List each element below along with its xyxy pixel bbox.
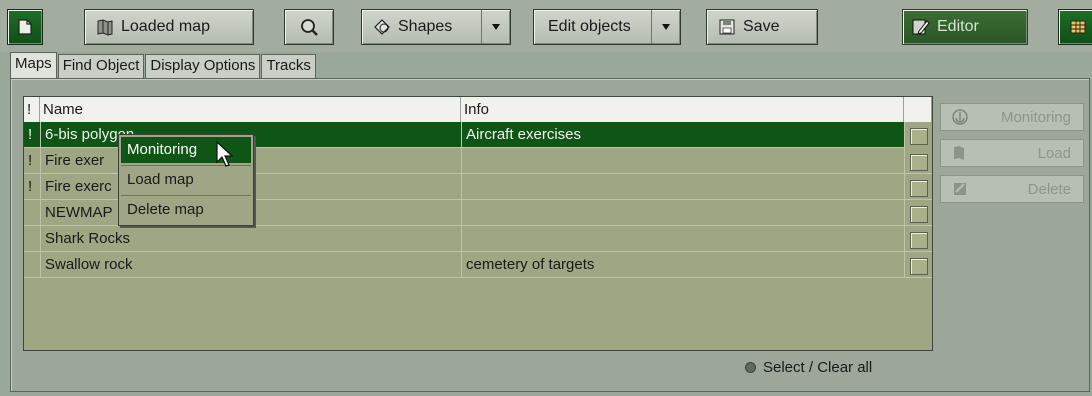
select-clear-all-label: Select / Clear all <box>763 359 873 376</box>
row-mark <box>24 252 40 278</box>
column-header-checkbox[interactable] <box>904 97 932 122</box>
editor-label: Editor <box>937 18 979 35</box>
grid-icon <box>1070 20 1086 34</box>
shapes-button[interactable]: Shapes <box>361 9 511 45</box>
shapes-label: Shapes <box>398 18 453 35</box>
delete-icon <box>954 183 966 195</box>
toolbar: Loaded map Shapes Edit objects Save Edit… <box>0 0 1092 52</box>
save-button[interactable]: Save <box>706 9 818 45</box>
anchor-icon <box>952 109 968 125</box>
zoom-icon <box>301 19 318 36</box>
edit-objects-label: Edit objects <box>548 18 631 35</box>
zoom-button[interactable] <box>284 9 334 45</box>
radio-dot-icon <box>745 362 756 373</box>
column-header-mark[interactable]: ! <box>24 97 40 122</box>
table-row[interactable]: Shark Rocks <box>24 226 932 252</box>
row-checkbox[interactable] <box>910 128 928 145</box>
row-checkbox[interactable] <box>910 206 928 223</box>
row-checkbox-cell <box>904 252 932 278</box>
column-header-name[interactable]: Name <box>40 97 461 122</box>
row-checkbox[interactable] <box>910 180 928 197</box>
monitoring-button[interactable]: Monitoring <box>940 103 1084 131</box>
row-info <box>461 200 904 226</box>
shapes-dropdown-toggle[interactable] <box>481 10 510 44</box>
loaded-map-button[interactable]: Loaded map <box>84 9 254 45</box>
column-header-info[interactable]: Info <box>461 97 904 122</box>
row-checkbox-cell <box>904 122 932 148</box>
load-label: Load <box>1037 144 1071 162</box>
menu-item-delete-map[interactable]: Delete map <box>121 197 251 223</box>
tab-maps[interactable]: Maps <box>10 52 57 78</box>
chevron-down-icon <box>492 24 500 30</box>
delete-button[interactable]: Delete <box>940 175 1084 203</box>
editor-button[interactable]: Editor <box>902 9 1028 45</box>
shapes-icon <box>374 19 390 35</box>
cursor-icon <box>216 141 234 167</box>
row-mark: ! <box>28 152 33 169</box>
row-name: Shark Rocks <box>40 226 461 252</box>
row-checkbox-cell <box>904 226 932 252</box>
save-icon <box>719 19 735 35</box>
new-map-button[interactable] <box>7 9 43 45</box>
loaded-map-label: Loaded map <box>121 18 210 35</box>
row-info <box>461 174 904 200</box>
row-checkbox[interactable] <box>910 232 928 249</box>
row-mark <box>24 200 40 226</box>
row-info: cemetery of targets <box>461 252 904 278</box>
table-view-button[interactable] <box>1058 9 1092 45</box>
row-checkbox[interactable] <box>910 258 928 275</box>
table-header: ! Name Info <box>24 97 932 123</box>
tab-tracks[interactable]: Tracks <box>261 54 316 78</box>
chevron-down-icon <box>662 24 670 30</box>
row-name: Swallow rock <box>40 252 461 278</box>
editor-icon <box>912 19 930 35</box>
load-icon <box>954 146 964 160</box>
monitoring-label: Monitoring <box>1000 108 1071 126</box>
row-mark: ! <box>28 178 33 195</box>
save-label: Save <box>743 18 780 35</box>
loaded-map-icon <box>97 19 113 36</box>
select-clear-all[interactable]: Select / Clear all <box>745 359 872 376</box>
row-mark: ! <box>28 126 33 143</box>
row-info <box>461 226 904 252</box>
row-info <box>461 148 904 174</box>
row-mark <box>24 226 40 252</box>
delete-label: Delete <box>1027 180 1071 198</box>
row-info: Aircraft exercises <box>461 122 904 148</box>
edit-objects-dropdown-toggle[interactable] <box>651 10 680 44</box>
tab-bar: Maps Find Object Display Options Tracks <box>10 52 317 78</box>
edit-objects-button[interactable]: Edit objects <box>533 9 681 45</box>
row-checkbox-cell <box>904 200 932 226</box>
table-row[interactable]: Swallow rock cemetery of targets <box>24 252 932 278</box>
menu-separator <box>121 195 251 196</box>
load-button[interactable]: Load <box>940 139 1084 167</box>
menu-item-load-map[interactable]: Load map <box>121 167 251 193</box>
row-checkbox[interactable] <box>910 154 928 171</box>
tab-display-options[interactable]: Display Options <box>145 54 261 78</box>
row-checkbox-cell <box>904 174 932 200</box>
row-checkbox-cell <box>904 148 932 174</box>
tab-find-object[interactable]: Find Object <box>57 54 145 78</box>
new-map-icon <box>18 19 32 35</box>
